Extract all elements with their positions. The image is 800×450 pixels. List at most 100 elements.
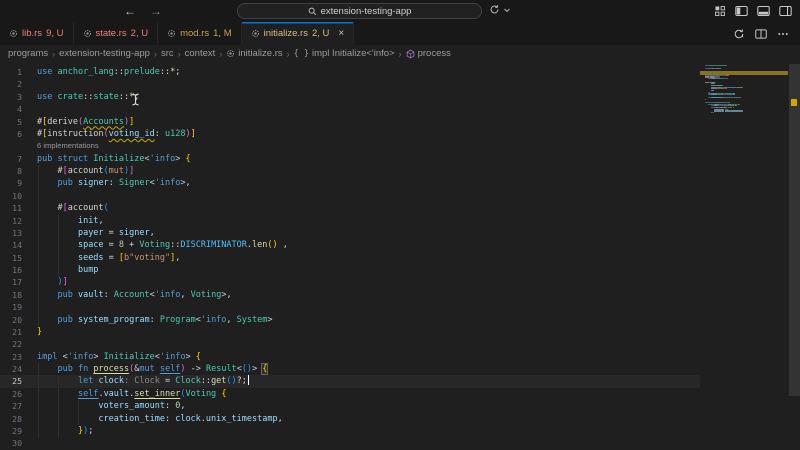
code-line[interactable]: 2 — [0, 78, 788, 90]
scrollbar-thumb[interactable] — [789, 64, 800, 396]
indent-guide — [38, 252, 39, 264]
line-number[interactable]: 22 — [0, 338, 22, 350]
code-line[interactable]: 8 #[account(mut)] — [0, 165, 788, 177]
code-line[interactable]: 20 pub system_program: Program<'info, Sy… — [0, 314, 788, 326]
code-line[interactable]: 16 bump — [0, 264, 788, 276]
line-number[interactable]: 14 — [0, 239, 22, 251]
line-number[interactable]: 17 — [0, 276, 22, 288]
code-line[interactable]: 7pub struct Initialize<'info> { — [0, 153, 788, 165]
line-number[interactable]: 8 — [0, 165, 22, 177]
line-number[interactable]: 16 — [0, 264, 22, 276]
code-line[interactable]: 10 — [0, 190, 788, 202]
command-center-search[interactable]: extension-testing-app — [237, 3, 482, 19]
line-number[interactable]: 9 — [0, 177, 22, 189]
indent-guide — [38, 227, 39, 239]
toggle-panel-icon[interactable] — [757, 5, 770, 17]
code-line[interactable]: 24 pub fn process(&mut self) -> Result<(… — [0, 363, 788, 375]
indent-guide — [38, 177, 39, 189]
code-line[interactable]: 19 — [0, 301, 788, 313]
code-line[interactable]: 6#[instruction(voting_id: u128)] — [0, 128, 788, 140]
customize-layout-icon[interactable] — [714, 5, 726, 17]
code-line[interactable]: 5#[derive(Accounts)] — [0, 116, 788, 128]
code-line[interactable]: 18 pub vault: Account<'info, Voting>, — [0, 289, 788, 301]
code-line[interactable]: 15 seeds = [b"voting"], — [0, 252, 788, 264]
line-number[interactable]: 25 — [0, 375, 22, 387]
code-line-text: bump — [22, 264, 98, 276]
line-number[interactable]: 30 — [0, 437, 22, 449]
breadcrumb-item-extension-testing-app[interactable]: extension-testing-app — [59, 48, 150, 59]
tab-lib-rs[interactable]: lib.rs 9, U — [0, 22, 74, 45]
arrow-right-icon[interactable]: → — [150, 4, 162, 18]
line-number[interactable]: 15 — [0, 252, 22, 264]
close-icon[interactable]: × — [338, 29, 344, 39]
code-line[interactable]: 22 — [0, 338, 788, 350]
indent-guide — [58, 252, 59, 264]
vertical-scrollbar[interactable] — [788, 63, 800, 450]
line-number[interactable]: 12 — [0, 215, 22, 227]
line-number[interactable]: 29 — [0, 425, 22, 437]
line-number[interactable]: 5 — [0, 116, 22, 128]
line-number[interactable]: 7 — [0, 153, 22, 165]
line-number[interactable]: 13 — [0, 227, 22, 239]
line-number[interactable]: 21 — [0, 326, 22, 338]
code-line[interactable]: 30 — [0, 437, 788, 449]
toggle-sidebar-left-icon[interactable] — [735, 5, 748, 17]
code-line[interactable]: 28 creation_time: clock.unix_timestamp, — [0, 413, 788, 425]
code-line[interactable]: 3use crate::state::*; — [0, 91, 788, 103]
breadcrumb-item-src[interactable]: src — [161, 48, 174, 59]
line-number[interactable]: 11 — [0, 202, 22, 214]
refresh-icon[interactable] — [489, 4, 500, 15]
code-line[interactable]: 9 pub signer: Signer<'info>, — [0, 177, 788, 189]
code-line[interactable]: 13 payer = signer, — [0, 227, 788, 239]
tab-mod-rs[interactable]: mod.rs 1, M — [158, 22, 242, 45]
code-line[interactable]: 26 self.vault.set_inner(Voting { — [0, 388, 788, 400]
tab-initialize-rs[interactable]: initialize.rs 2, U × — [242, 22, 355, 45]
breadcrumb-item-programs[interactable]: programs — [8, 48, 48, 59]
codelens-implementations-link[interactable]: 6 implementations — [22, 140, 99, 152]
line-number[interactable]: 2 — [0, 78, 22, 90]
breadcrumb-item-initialize-rs[interactable]: initialize.rs — [226, 48, 282, 59]
code-line-text: pub struct Initialize<'info> { — [22, 153, 191, 165]
editor-code-area[interactable]: 1use anchor_lang::prelude::*;23use crate… — [0, 63, 788, 450]
line-number[interactable]: 18 — [0, 289, 22, 301]
tab-state-rs[interactable]: state.rs 2, U — [74, 22, 159, 45]
line-number[interactable]: 4 — [0, 103, 22, 115]
more-actions-icon[interactable] — [777, 28, 789, 40]
split-editor-icon[interactable] — [755, 28, 767, 40]
code-line[interactable]: 25 let clock: Clock = Clock::get()?; — [0, 375, 788, 387]
code-line-text: let clock: Clock = Clock::get()?; — [22, 375, 249, 387]
code-line[interactable]: 29 }); — [0, 425, 788, 437]
breadcrumb-item-impl-initialize[interactable]: { } impl Initialize<'info> — [294, 48, 395, 59]
toggle-sidebar-right-icon[interactable] — [779, 5, 792, 17]
open-changes-icon[interactable] — [733, 28, 745, 40]
code-line[interactable]: 14 space = 8 + Voting::DISCRIMINATOR.len… — [0, 239, 788, 251]
chevron-down-icon[interactable] — [503, 6, 511, 14]
line-number[interactable]: 23 — [0, 351, 22, 363]
code-line[interactable]: 27 voters_amount: 0, — [0, 400, 788, 412]
indent-guide — [58, 239, 59, 251]
arrow-left-icon[interactable]: ← — [124, 4, 136, 18]
minimap[interactable] — [700, 63, 788, 450]
code-line[interactable]: 4 — [0, 103, 788, 115]
code-line[interactable]: 23impl <'info> Initialize<'info> { — [0, 351, 788, 363]
line-number[interactable]: 28 — [0, 413, 22, 425]
line-number[interactable]: 20 — [0, 314, 22, 326]
breadcrumb-item-context[interactable]: context — [185, 48, 216, 59]
indent-guide — [38, 215, 39, 227]
code-line[interactable]: 17 )] — [0, 276, 788, 288]
line-number[interactable]: 24 — [0, 363, 22, 375]
breadcrumb-item-process[interactable]: process — [406, 48, 451, 59]
line-number[interactable]: 3 — [0, 91, 22, 103]
code-line-text: space = 8 + Voting::DISCRIMINATOR.len() … — [22, 239, 288, 251]
code-line-text: )] — [22, 276, 68, 288]
code-line[interactable]: 1use anchor_lang::prelude::*; — [0, 66, 788, 78]
line-number[interactable]: 10 — [0, 190, 22, 202]
line-number[interactable]: 6 — [0, 128, 22, 140]
code-line[interactable]: 11 #[account( — [0, 202, 788, 214]
line-number[interactable]: 27 — [0, 400, 22, 412]
line-number[interactable]: 19 — [0, 301, 22, 313]
code-line[interactable]: 12 init, — [0, 215, 788, 227]
code-line[interactable]: 21} — [0, 326, 788, 338]
line-number[interactable]: 1 — [0, 66, 22, 78]
line-number[interactable]: 26 — [0, 388, 22, 400]
